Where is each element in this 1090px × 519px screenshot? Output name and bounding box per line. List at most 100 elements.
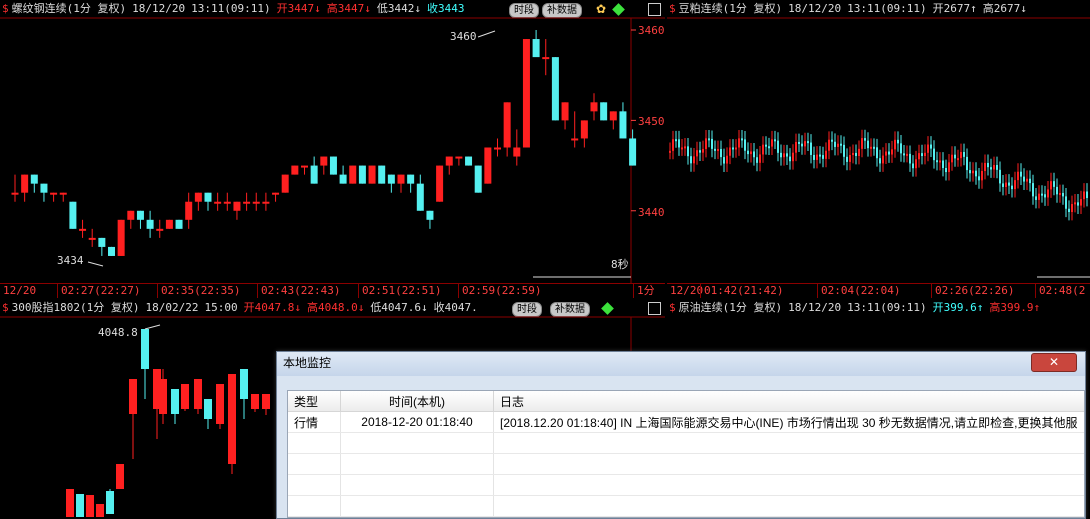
candle-body <box>696 150 698 157</box>
table-row[interactable]: 行情 2018-12-20 01:18:40 [2018.12.20 01:18… <box>288 411 1084 433</box>
candle-body <box>223 201 231 204</box>
candle-body <box>397 174 405 184</box>
candle-body <box>1023 176 1025 182</box>
candle-body <box>783 153 785 158</box>
candle-body <box>702 148 704 153</box>
candle-body <box>750 151 752 155</box>
candle-body <box>939 160 941 163</box>
table-row <box>288 453 1084 475</box>
column-header-time[interactable]: 时间(本机) <box>340 391 494 412</box>
candle-body <box>349 165 357 184</box>
candle-body <box>831 139 833 142</box>
candle-body <box>762 144 764 155</box>
time-tick: 02:51(22:51) <box>358 284 441 298</box>
candle-body <box>960 151 962 159</box>
candle-body <box>445 156 453 166</box>
time-tick: 02:48(2 <box>1035 284 1085 298</box>
candle-body <box>936 160 938 163</box>
candle-body <box>532 39 540 58</box>
candle-body <box>228 374 236 464</box>
candle-body <box>194 192 202 202</box>
price-tick-3450: 3450 <box>638 115 665 128</box>
candle-body <box>1083 191 1085 200</box>
high-marker-line <box>144 324 161 330</box>
candle-body <box>798 141 800 144</box>
candle-body <box>30 174 38 184</box>
candle-body <box>789 156 791 162</box>
candle-body <box>927 144 929 153</box>
candle-body <box>629 138 637 166</box>
candle-body <box>619 111 627 139</box>
time-tick: 02:26(22:26) <box>931 284 1014 298</box>
candle-body <box>436 165 444 202</box>
candle-body <box>804 141 806 147</box>
candle-body <box>141 329 149 369</box>
candle-body <box>214 201 222 204</box>
candle-body <box>846 156 848 162</box>
candle-body <box>159 379 167 414</box>
candle-body <box>681 147 683 150</box>
column-header-log[interactable]: 日志 <box>493 391 1084 412</box>
candle-body <box>513 147 521 157</box>
log-table-container[interactable]: 类型 时间(本机) 日志 行情 2018-12-20 01:18:40 [201… <box>287 390 1085 518</box>
candle-body <box>455 156 463 159</box>
candle-body <box>861 138 863 149</box>
candle-body <box>675 139 677 142</box>
candle-body <box>262 394 270 409</box>
candle-body <box>765 144 767 147</box>
candle-body <box>66 489 74 517</box>
candle-body <box>600 102 608 121</box>
candle-body <box>484 147 492 184</box>
candle-body <box>885 151 887 156</box>
chart-panel-rebar[interactable]: $ 螺纹钢连续(1分 复权) 18/12/20 13:11(09:11) 开3447↓ 高… <box>0 0 665 298</box>
candle-body <box>912 163 914 169</box>
candle-body <box>720 149 722 158</box>
candle-body <box>40 183 48 193</box>
candle-body <box>69 201 77 229</box>
time-tick: 12/20 <box>3 284 37 297</box>
close-button[interactable]: ✕ <box>1031 353 1077 372</box>
candle-body <box>792 152 794 162</box>
candle-body <box>175 219 183 229</box>
candle-body <box>864 138 866 141</box>
dialog-titlebar[interactable]: 本地监控 <box>277 352 1085 376</box>
cell-type: 行情 <box>288 411 341 433</box>
candle-body <box>416 183 424 211</box>
candle-body <box>915 159 917 169</box>
cell-log: [2018.12.20 01:18:40] IN 上海国际能源交易中心(INE)… <box>493 411 1084 433</box>
candle-body <box>98 237 106 247</box>
candle-body <box>1065 196 1067 209</box>
candle-body <box>474 165 482 193</box>
candle-body <box>272 192 280 195</box>
candle-body <box>993 165 995 170</box>
candle-body <box>777 140 779 153</box>
candle-body <box>609 111 617 121</box>
candle-body <box>966 156 968 171</box>
candle-body <box>1068 208 1070 213</box>
candle-body <box>891 149 893 155</box>
chart-panel-soymeal[interactable]: $ 豆粕连续(1分 复权) 18/12/20 13:11(09:11) 开2677↑ 高2… <box>667 0 1090 298</box>
column-header-type[interactable]: 类型 <box>288 391 341 412</box>
price-tick-3460: 3460 <box>638 24 665 37</box>
candle-body <box>1011 185 1013 190</box>
candle-body <box>86 495 94 517</box>
candle-body <box>756 157 758 163</box>
candle-body <box>684 146 686 149</box>
candle-body <box>50 192 58 195</box>
time-axis: 12/20 01:42(21:42) 02:04(22:04) 02:26(22… <box>667 283 1090 298</box>
candle-body <box>954 154 956 159</box>
candle-body <box>1029 178 1031 184</box>
candle-body <box>963 151 965 157</box>
candle-body <box>1077 202 1079 206</box>
local-monitor-dialog[interactable]: 本地监控 ✕ 类型 时间(本机) 日志 行情 2018-12-20 01:18:… <box>276 351 1086 519</box>
seconds-label: 8秒 <box>611 258 629 271</box>
candle-body <box>978 176 980 181</box>
candle-body <box>672 139 674 151</box>
candle-body <box>711 138 713 149</box>
candle-body <box>771 139 773 147</box>
candle-body <box>1047 189 1049 198</box>
candle-body <box>828 139 830 151</box>
high-marker-label: 3460 <box>450 30 477 43</box>
candle-body <box>924 152 926 157</box>
candle-body <box>542 57 550 60</box>
